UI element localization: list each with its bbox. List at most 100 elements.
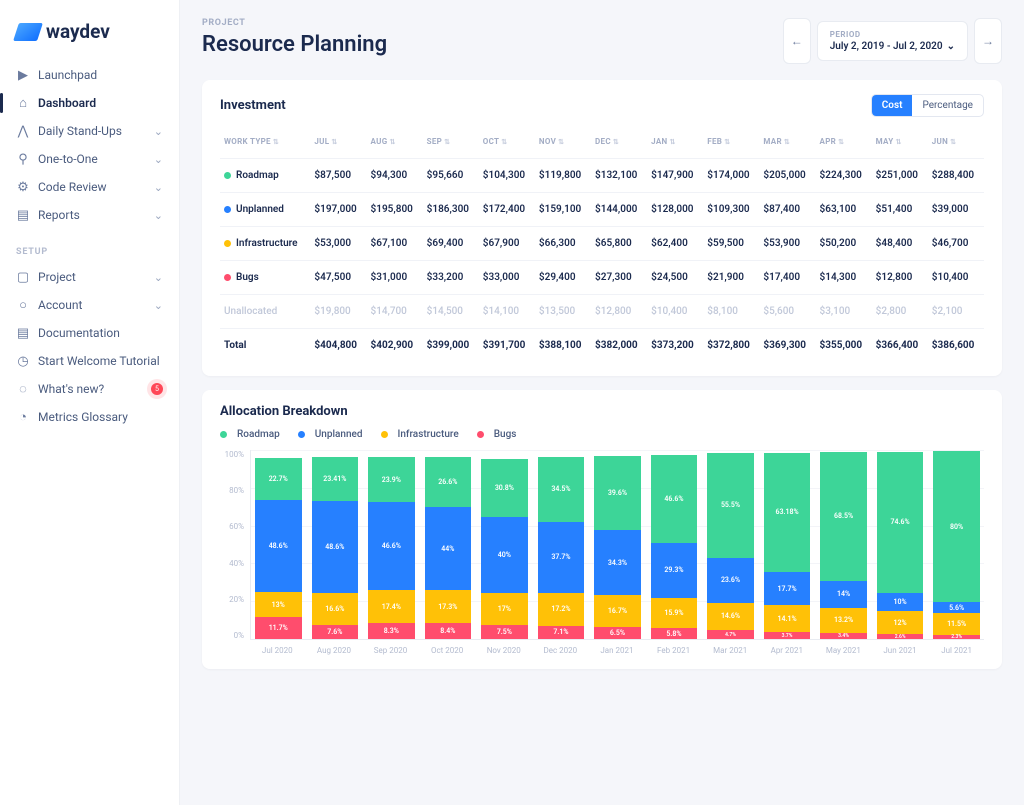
- value-cell: $109,300: [703, 193, 759, 227]
- column-header[interactable]: APR⇅: [816, 129, 872, 159]
- sort-icon: ⇅: [613, 138, 619, 146]
- y-tick: 100%: [220, 450, 244, 459]
- column-header[interactable]: JAN⇅: [647, 129, 703, 159]
- bar-segment-bugs: 6.5%: [594, 627, 641, 639]
- legend-item[interactable]: Infrastructure: [381, 429, 459, 440]
- sort-icon: ⇅: [784, 138, 790, 146]
- value-cell: $17,400: [759, 261, 815, 295]
- bar-column[interactable]: 7.6%16.6%48.6%23.41%: [312, 450, 359, 639]
- bar-column[interactable]: 7.1%17.2%37.7%34.5%: [538, 450, 585, 639]
- column-header[interactable]: JUN⇅: [928, 129, 984, 159]
- value-cell: $174,000: [703, 159, 759, 193]
- sidebar-item-label: Project: [38, 270, 146, 284]
- total-cell: $366,400: [872, 329, 928, 363]
- page-eyebrow: PROJECT: [202, 18, 387, 28]
- bar-segment-infrastructure: 13.2%: [820, 608, 867, 633]
- sidebar-item-label: Dashboard: [38, 96, 163, 110]
- bar-column[interactable]: 8.3%17.4%46.6%23.9%: [368, 450, 415, 639]
- x-axis-labels: Jul 2020Aug 2020Sep 2020Oct 2020Nov 2020…: [250, 640, 984, 655]
- bar-column[interactable]: 4.7%14.6%23.6%55.5%: [707, 450, 754, 639]
- sidebar: waydev ▶Launchpad⌂Dashboard⋀Daily Stand-…: [0, 0, 180, 805]
- bar-column[interactable]: 7.5%17%40%30.8%: [481, 450, 528, 639]
- x-tick: Dec 2020: [537, 646, 584, 655]
- bar-segment-roadmap: 63.18%: [764, 453, 811, 572]
- bar-segment-unplanned: 17.7%: [764, 572, 811, 605]
- value-cell: $144,000: [591, 193, 647, 227]
- bar-column[interactable]: 3.4%13.2%14%68.5%: [820, 450, 867, 639]
- sort-icon: ⇅: [669, 138, 675, 146]
- sidebar-item-code-review[interactable]: ⚙Code Review⌄: [0, 173, 179, 201]
- bar-segment-unplanned: 48.6%: [255, 500, 302, 592]
- value-cell: $3,100: [816, 295, 872, 329]
- bar-segment-roadmap: 30.8%: [481, 459, 528, 517]
- legend-item[interactable]: Roadmap: [220, 429, 280, 440]
- value-cell: $24,500: [647, 261, 703, 295]
- bar-column[interactable]: 8.4%17.3%44%26.6%: [425, 450, 472, 639]
- period-display[interactable]: PERIOD July 2, 2019 - Jul 2, 2020⌄: [817, 21, 968, 61]
- legend-item[interactable]: Bugs: [477, 429, 517, 440]
- value-cell: $2,100: [928, 295, 984, 329]
- table-row: Bugs$47,500$31,000$33,200$33,000$29,400$…: [220, 261, 984, 295]
- sidebar-item-one-to-one[interactable]: ⚲One-to-One⌄: [0, 145, 179, 173]
- bar-column[interactable]: 5.8%15.9%29.3%46.6%: [651, 450, 698, 639]
- value-cell: $63,100: [816, 193, 872, 227]
- work-type-cell: Bugs: [220, 261, 310, 295]
- column-header[interactable]: OCT⇅: [479, 129, 535, 159]
- column-header[interactable]: JUL⇅: [310, 129, 366, 159]
- column-header[interactable]: NOV⇅: [535, 129, 591, 159]
- legend-label: Roadmap: [237, 429, 280, 440]
- bar-segment-unplanned: 10%: [877, 593, 924, 612]
- sort-icon: ⇅: [331, 138, 337, 146]
- bar-segment-unplanned: 23.6%: [707, 558, 754, 603]
- bar-segment-infrastructure: 14.6%: [707, 603, 754, 631]
- x-tick: Oct 2020: [424, 646, 471, 655]
- bar-column[interactable]: 2.6%12%10%74.6%: [877, 450, 924, 639]
- sidebar-item-documentation[interactable]: ▤Documentation: [0, 319, 179, 347]
- bar-segment-unplanned: 29.3%: [651, 543, 698, 598]
- period-next-button[interactable]: →: [974, 18, 1002, 64]
- sidebar-item-reports[interactable]: ▤Reports⌄: [0, 201, 179, 229]
- value-cell: $12,800: [872, 261, 928, 295]
- sidebar-item-project[interactable]: ▢Project⌄: [0, 263, 179, 291]
- value-cell: $119,800: [535, 159, 591, 193]
- logo[interactable]: waydev: [0, 14, 179, 61]
- value-cell: $62,400: [647, 227, 703, 261]
- total-row: Total$404,800$402,900$399,000$391,700$38…: [220, 329, 984, 363]
- toggle-percentage[interactable]: Percentage: [912, 95, 983, 116]
- toggle-cost[interactable]: Cost: [872, 95, 913, 116]
- column-header[interactable]: WORK TYPE⇅: [220, 129, 310, 159]
- column-header[interactable]: FEB⇅: [703, 129, 759, 159]
- sidebar-item-launchpad[interactable]: ▶Launchpad: [0, 61, 179, 89]
- value-cell: $251,000: [872, 159, 928, 193]
- bar-column[interactable]: 11.7%13%48.6%22.7%: [255, 450, 302, 639]
- column-header[interactable]: MAY⇅: [872, 129, 928, 159]
- table-row: Unallocated$19,800$14,700$14,500$14,100$…: [220, 295, 984, 329]
- sidebar-item-daily-stand-ups[interactable]: ⋀Daily Stand-Ups⌄: [0, 117, 179, 145]
- bar-column[interactable]: 2.3%11.5%5.6%80%: [933, 450, 980, 639]
- value-cell: $87,500: [310, 159, 366, 193]
- value-cell: $288,400: [928, 159, 984, 193]
- legend-item[interactable]: Unplanned: [298, 429, 363, 440]
- sort-icon: ⇅: [838, 138, 844, 146]
- column-header[interactable]: SEP⇅: [423, 129, 479, 159]
- sidebar-item-metrics-glossary[interactable]: ◔Metrics Glossary: [0, 403, 179, 431]
- bar-column[interactable]: 6.5%16.7%34.3%39.6%: [594, 450, 641, 639]
- column-header[interactable]: AUG⇅: [367, 129, 423, 159]
- value-cell: $13,500: [535, 295, 591, 329]
- period-prev-button[interactable]: ←: [783, 18, 811, 64]
- value-cell: $66,300: [535, 227, 591, 261]
- sidebar-item-account[interactable]: ○Account⌄: [0, 291, 179, 319]
- column-header[interactable]: DEC⇅: [591, 129, 647, 159]
- sidebar-item-start-welcome-tutorial[interactable]: ◷Start Welcome Tutorial: [0, 347, 179, 375]
- value-cell: $14,700: [367, 295, 423, 329]
- legend-dot-icon: [220, 431, 227, 438]
- bar-column[interactable]: 3.7%14.1%17.7%63.18%: [764, 450, 811, 639]
- sidebar-item-what-s-new-[interactable]: ◌What's new?5: [0, 375, 179, 403]
- sidebar-item-dashboard[interactable]: ⌂Dashboard: [0, 89, 179, 117]
- total-cell: $355,000: [816, 329, 872, 363]
- column-header[interactable]: MAR⇅: [759, 129, 815, 159]
- investment-title: Investment: [220, 98, 286, 113]
- bar-segment-roadmap: 22.7%: [255, 458, 302, 501]
- project-icon: ▢: [16, 270, 30, 284]
- bar-segment-roadmap: 23.9%: [368, 457, 415, 502]
